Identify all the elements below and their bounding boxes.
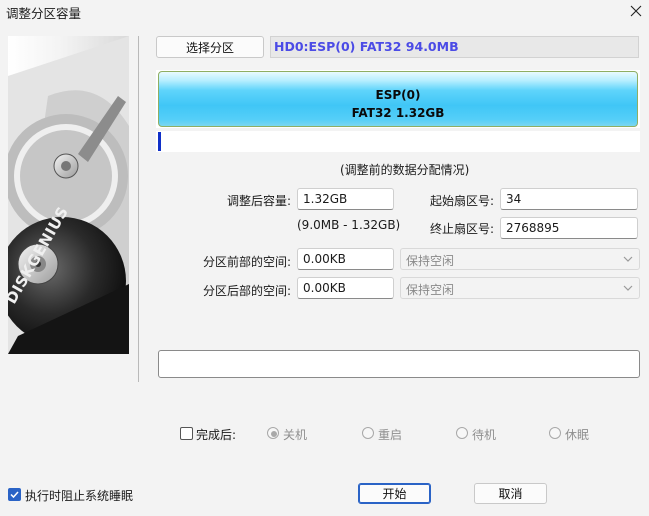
after-space-select-value: 保持空闲 bbox=[406, 283, 455, 297]
before-space-select[interactable]: 保持空闲 bbox=[400, 248, 640, 270]
window-title: 调整分区容量 bbox=[6, 6, 82, 21]
after-space-input[interactable]: 0.00KB bbox=[297, 277, 394, 299]
hard-disk-image bbox=[8, 36, 129, 354]
before-space-input[interactable]: 0.00KB bbox=[297, 248, 394, 270]
checkmark-icon bbox=[10, 491, 19, 499]
partition-bar: ESP(0) FAT32 1.32GB bbox=[158, 71, 638, 127]
partition-bar-detail: FAT32 1.32GB bbox=[351, 106, 445, 120]
radio-standby-label: 待机 bbox=[472, 428, 497, 442]
new-size-label: 调整后容量: bbox=[226, 194, 291, 208]
close-icon bbox=[630, 5, 641, 17]
after-space-label: 分区后部的空间: bbox=[202, 284, 291, 298]
after-complete-label: 完成后: bbox=[196, 428, 237, 442]
end-sector-input[interactable]: 2768895 bbox=[500, 217, 638, 239]
new-size-input[interactable]: 1.32GB bbox=[297, 188, 394, 210]
before-space-select-value: 保持空闲 bbox=[406, 254, 455, 268]
allocation-hint: (调整前的数据分配情况) bbox=[340, 163, 470, 177]
select-partition-button[interactable]: 选择分区 bbox=[156, 36, 264, 58]
diskgenius-banner: DISKGENIUS bbox=[8, 36, 129, 354]
radio-restart-label: 重启 bbox=[378, 428, 403, 442]
after-space-select[interactable]: 保持空闲 bbox=[400, 277, 640, 299]
resize-slider-track[interactable] bbox=[156, 131, 640, 152]
close-button[interactable] bbox=[622, 0, 649, 22]
before-space-label: 分区前部的空间: bbox=[202, 255, 291, 269]
start-button[interactable]: 开始 bbox=[358, 483, 431, 504]
chevron-down-icon bbox=[623, 256, 633, 262]
partition-info: HD0:ESP(0) FAT32 94.0MB bbox=[270, 36, 639, 58]
start-sector-input[interactable]: 34 bbox=[500, 188, 638, 210]
radio-restart[interactable] bbox=[362, 427, 374, 439]
chevron-down-icon bbox=[623, 285, 633, 291]
prevent-sleep-checkbox[interactable] bbox=[8, 488, 21, 501]
radio-hibernate-label: 休眠 bbox=[565, 428, 590, 442]
radio-hibernate[interactable] bbox=[549, 427, 561, 439]
start-sector-label: 起始扇区号: bbox=[429, 194, 494, 208]
partition-bar-name: ESP(0) bbox=[375, 88, 421, 102]
resize-slider-handle[interactable] bbox=[158, 132, 161, 151]
prevent-sleep-label: 执行时阻止系统睡眠 bbox=[25, 489, 134, 503]
after-complete-checkbox[interactable] bbox=[180, 427, 193, 440]
cancel-button[interactable]: 取消 bbox=[474, 483, 547, 504]
panel-divider bbox=[138, 36, 139, 382]
progress-box bbox=[158, 350, 640, 378]
radio-shutdown-label: 关机 bbox=[283, 428, 308, 442]
radio-shutdown[interactable] bbox=[267, 427, 279, 439]
radio-standby[interactable] bbox=[456, 427, 468, 439]
size-range-text: (9.0MB - 1.32GB) bbox=[297, 218, 401, 232]
end-sector-label: 终止扇区号: bbox=[429, 222, 494, 236]
